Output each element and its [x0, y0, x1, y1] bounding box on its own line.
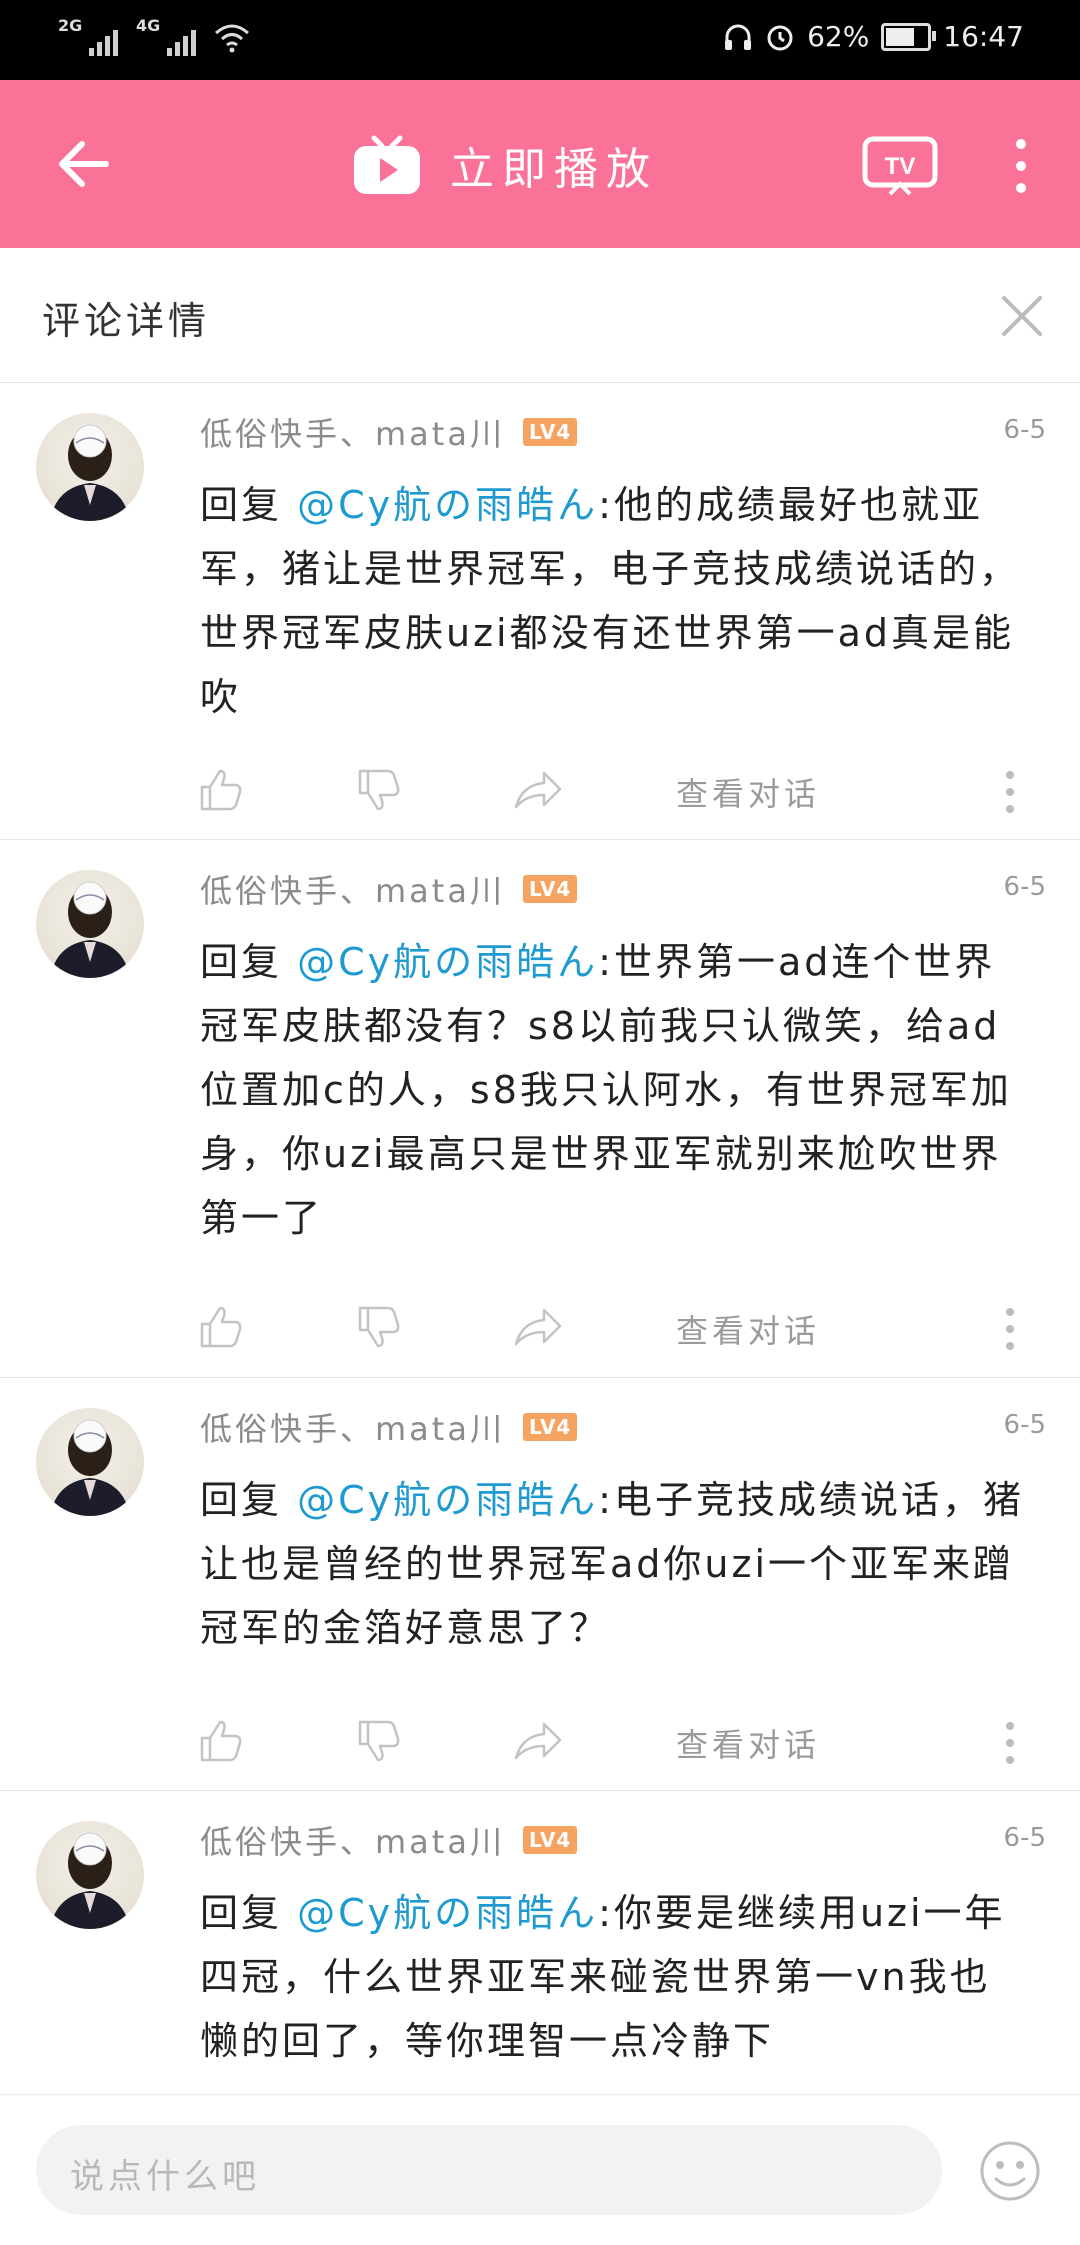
comment-actions: 查看对话: [0, 755, 1080, 825]
mention-link[interactable]: @Cy航の雨皓ん: [297, 1891, 598, 1935]
avatar[interactable]: [36, 1821, 144, 1929]
comment-text: 回复 @Cy航の雨皓ん:世界第一ad连个世界冠军皮肤都没有？s8以前我只认微笑，…: [200, 930, 1030, 1250]
user-avatar-image: [50, 1832, 130, 1929]
comment-input[interactable]: 说点什么吧: [36, 2125, 942, 2215]
reply-prefix: 回复: [200, 1891, 283, 1935]
comment-date: 6-5: [1003, 1410, 1046, 1440]
close-button[interactable]: [998, 292, 1046, 340]
dislike-button[interactable]: [354, 1302, 404, 1352]
level-badge: LV4: [522, 1413, 578, 1441]
back-button[interactable]: [52, 132, 122, 196]
network-type-label: 2G: [58, 16, 83, 35]
tv-logo-icon: [354, 135, 420, 194]
comment-content: :世界第一ad连个世界冠军皮肤都没有？s8以前我只认微笑，给ad位置加c的人，s…: [200, 940, 1012, 1240]
comment-date: 6-5: [1003, 415, 1046, 445]
thumbs-up-icon: [200, 769, 242, 811]
comment-date: 6-5: [1003, 1823, 1046, 1853]
share-button[interactable]: [512, 765, 562, 815]
level-badge: LV4: [522, 875, 578, 903]
mention-link[interactable]: @Cy航の雨皓ん: [297, 1478, 598, 1522]
comment-item: 低俗快手、mata川 LV4 6-5 回复 @Cy航の雨皓ん:世界第一ad连个世…: [0, 840, 1080, 1378]
more-options-button[interactable]: [1006, 136, 1036, 196]
input-placeholder: 说点什么吧: [70, 2157, 260, 2197]
user-avatar-image: [50, 424, 130, 521]
more-vert-icon: [1016, 139, 1026, 193]
reply-prefix: 回复: [200, 483, 283, 527]
like-button[interactable]: [196, 1716, 246, 1766]
mention-link[interactable]: @Cy航の雨皓ん: [297, 940, 598, 984]
more-vert-icon: [1006, 1308, 1014, 1350]
comment-more-button[interactable]: [1000, 769, 1020, 815]
mention-link[interactable]: @Cy航の雨皓ん: [297, 483, 598, 527]
comment-item: 低俗快手、mata川 LV4 6-5 回复 @Cy航の雨皓ん:电子竞技成绩说话，…: [0, 1378, 1080, 1791]
level-badge: LV4: [522, 418, 578, 446]
comment-detail-header: 评论详情: [0, 248, 1080, 383]
play-now-button[interactable]: 立即播放: [352, 132, 658, 198]
app-bar-title: 立即播放: [450, 144, 658, 195]
back-arrow-icon: [59, 141, 109, 187]
username[interactable]: 低俗快手、mata川: [200, 1817, 505, 1863]
reply-prefix: 回复: [200, 1478, 283, 1522]
dislike-button[interactable]: [354, 1716, 404, 1766]
cast-tv-button[interactable]: TV: [862, 136, 938, 198]
reply-prefix: 回复: [200, 940, 283, 984]
user-avatar-image: [50, 1419, 130, 1516]
comment-actions: 查看对话: [0, 1292, 1080, 1362]
level-badge: LV4: [522, 1826, 578, 1854]
status-bar: 2G 4G 62% 16:47: [0, 0, 1080, 80]
alarm-icon: [767, 25, 793, 50]
view-conversation-link[interactable]: 查看对话: [676, 1306, 820, 1352]
headphones-icon: [725, 24, 752, 50]
share-arrow-icon: [514, 771, 562, 809]
comment-input-bar: 说点什么吧: [0, 2094, 1080, 2245]
thumbs-down-icon: [358, 1306, 400, 1348]
cellular-signal-icon: 4G: [136, 16, 196, 58]
avatar[interactable]: [36, 413, 144, 521]
comment-text: 回复 @Cy航の雨皓ん:他的成绩最好也就亚军，猪让是世界冠军，电子竞技成绩说话的…: [200, 473, 1030, 729]
avatar[interactable]: [36, 1408, 144, 1516]
username[interactable]: 低俗快手、mata川: [200, 409, 505, 455]
more-vert-icon: [1006, 771, 1014, 813]
view-conversation-link[interactable]: 查看对话: [676, 1720, 820, 1766]
emoji-smile-icon: [980, 2141, 1040, 2201]
comment-item: 低俗快手、mata川 LV4 6-5 回复 @Cy航の雨皓ん:你要是继续用uzi…: [0, 1791, 1080, 2094]
comment-text: 回复 @Cy航の雨皓ん:电子竞技成绩说话，猪让也是曾经的世界冠军ad你uzi一个…: [200, 1468, 1030, 1660]
comment-more-button[interactable]: [1000, 1306, 1020, 1352]
share-arrow-icon: [514, 1722, 562, 1760]
cellular-signal-icon: 2G: [58, 16, 118, 58]
comment-actions: 查看对话: [0, 1706, 1080, 1776]
wifi-icon: [215, 24, 249, 53]
battery-percent: 62%: [807, 20, 870, 53]
comment-item: 低俗快手、mata川 LV4 6-5 回复 @Cy航の雨皓ん:他的成绩最好也就亚…: [0, 383, 1080, 840]
like-button[interactable]: [196, 1302, 246, 1352]
like-button[interactable]: [196, 765, 246, 815]
user-avatar-image: [50, 881, 130, 978]
thumbs-up-icon: [200, 1306, 242, 1348]
thumbs-up-icon: [200, 1720, 242, 1762]
share-arrow-icon: [514, 1308, 562, 1346]
share-button[interactable]: [512, 1716, 562, 1766]
comment-more-button[interactable]: [1000, 1720, 1020, 1766]
dislike-button[interactable]: [354, 765, 404, 815]
comment-date: 6-5: [1003, 872, 1046, 902]
emoji-button[interactable]: [978, 2139, 1042, 2203]
username[interactable]: 低俗快手、mata川: [200, 866, 505, 912]
thumbs-down-icon: [358, 1720, 400, 1762]
avatar[interactable]: [36, 870, 144, 978]
clock: 16:47: [943, 20, 1024, 53]
svg-text:TV: TV: [885, 153, 916, 180]
close-icon: [1002, 296, 1042, 336]
network-type-label: 4G: [136, 16, 161, 35]
thumbs-down-icon: [358, 769, 400, 811]
more-vert-icon: [1006, 1722, 1014, 1764]
username[interactable]: 低俗快手、mata川: [200, 1404, 505, 1450]
app-bar: 立即播放 TV: [0, 80, 1080, 248]
panel-title: 评论详情: [42, 299, 211, 343]
battery-icon: [881, 22, 937, 51]
cast-tv-icon: TV: [862, 136, 938, 196]
share-button[interactable]: [512, 1302, 562, 1352]
view-conversation-link[interactable]: 查看对话: [676, 769, 820, 815]
comment-text: 回复 @Cy航の雨皓ん:你要是继续用uzi一年四冠，什么世界亚军来碰瓷世界第一v…: [200, 1881, 1030, 2073]
